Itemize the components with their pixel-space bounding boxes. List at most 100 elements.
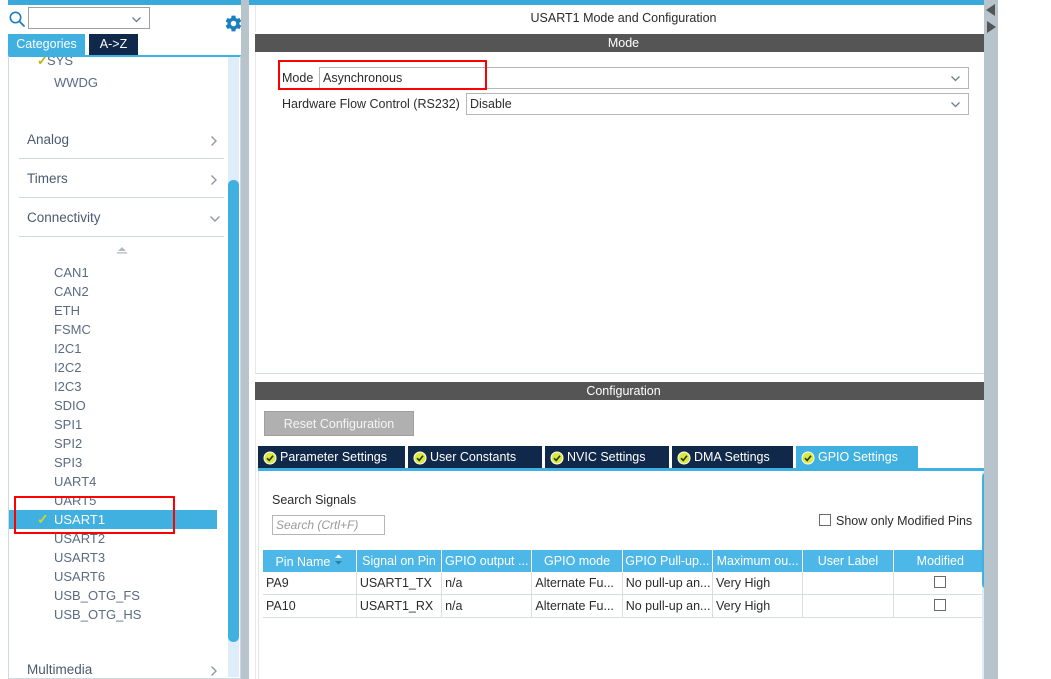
table-row[interactable]: PA10 USART1_RX n/a Alternate Fu... No pull-u…: [263, 594, 989, 618]
peripheral-item-i2c1[interactable]: I2C1: [9, 339, 231, 358]
sidebar-search-row: [0, 5, 249, 34]
panel-divider[interactable]: [241, 0, 249, 679]
category-group-analog[interactable]: Analog: [19, 128, 224, 159]
peripheral-item-i2c2[interactable]: I2C2: [9, 358, 231, 377]
peripheral-item-fsmc[interactable]: FSMC: [9, 320, 231, 339]
window-scrollbar-track[interactable]: [984, 0, 998, 679]
tab-label: User Constants: [430, 450, 517, 464]
peripheral-item-usart2[interactable]: USART2: [9, 529, 231, 548]
column-header-signal-on-pin[interactable]: Signal on Pin: [356, 550, 443, 572]
hardware-flow-control-select[interactable]: Disable: [466, 93, 969, 115]
checkbox-icon[interactable]: [933, 576, 946, 588]
column-header-label: User Label: [817, 554, 879, 568]
cell-modified[interactable]: [893, 594, 989, 618]
mode-configuration-panel: USART1 Mode and Configuration Mode Mode …: [249, 0, 1051, 679]
category-group-timers[interactable]: Timers: [19, 167, 224, 198]
peripheral-item-label: CAN1: [54, 265, 89, 280]
column-header-pin-name[interactable]: Pin Name: [263, 550, 357, 572]
chevron-down-icon[interactable]: [950, 73, 961, 84]
mode-section-body: Mode Asynchronous Hardware Flow Control …: [255, 52, 992, 374]
column-header-label: Maximum ou...: [716, 554, 799, 568]
tab-user-constants[interactable]: User Constants: [408, 446, 543, 468]
peripheral-search-input[interactable]: [28, 7, 150, 29]
cell-gpio-pullup[interactable]: No pull-up an...: [622, 572, 713, 595]
peripheral-item-can2[interactable]: CAN2: [9, 282, 231, 301]
checkbox-icon[interactable]: [819, 514, 831, 526]
cell-user-label[interactable]: [802, 572, 894, 595]
cell-pin-name[interactable]: PA10: [263, 594, 357, 618]
checkbox-icon[interactable]: [933, 599, 946, 611]
peripheral-item-label: USART2: [54, 531, 106, 546]
column-header-maximum-ou[interactable]: Maximum ou...: [712, 550, 804, 572]
peripheral-item-label: USB_OTG_FS: [54, 588, 140, 603]
mode-select[interactable]: Asynchronous: [319, 67, 969, 89]
cell-user-label[interactable]: [802, 594, 894, 618]
category-group-connectivity[interactable]: Connectivity: [19, 206, 224, 237]
cell-gpio-pullup[interactable]: No pull-up an...: [622, 594, 713, 618]
peripheral-item-uart5[interactable]: UART5: [9, 491, 231, 510]
chevron-down-icon[interactable]: [131, 14, 142, 25]
column-header-label: Modified: [916, 554, 964, 568]
tab-nvic-settings[interactable]: NVIC Settings: [545, 446, 670, 468]
peripheral-item-spi2[interactable]: SPI2: [9, 434, 231, 453]
search-signals-label: Search Signals: [272, 493, 357, 507]
cell-pin-name[interactable]: PA9: [263, 572, 357, 595]
cell-gpio-mode[interactable]: Alternate Fu...: [531, 572, 623, 595]
cell-modified[interactable]: [893, 572, 989, 595]
signal-search-input[interactable]: Search (Crtl+F): [272, 515, 385, 535]
peripheral-item-eth[interactable]: ETH: [9, 301, 231, 320]
peripheral-item-spi3[interactable]: SPI3: [9, 453, 231, 472]
peripheral-item-label: USART1: [54, 512, 106, 527]
table-row[interactable]: PA9 USART1_TX n/a Alternate Fu... No pull-up…: [263, 572, 989, 595]
peripheral-item-label: UART4: [54, 474, 97, 489]
peripheral-item-usart6[interactable]: USART6: [9, 567, 231, 586]
category-group-multimedia[interactable]: Multimedia: [19, 658, 224, 678]
reset-configuration-button[interactable]: Reset Configuration: [264, 411, 414, 436]
peripheral-item-sdio[interactable]: SDIO: [9, 396, 231, 415]
peripheral-item-i2c3[interactable]: I2C3: [9, 377, 231, 396]
tab-dma-settings[interactable]: DMA Settings: [672, 446, 794, 468]
column-header-modified[interactable]: Modified: [893, 550, 989, 572]
tab-parameter-settings[interactable]: Parameter Settings: [258, 446, 406, 468]
peripheral-item-wwdg[interactable]: WWDG: [9, 73, 231, 92]
cell-maximum-output[interactable]: Very High: [712, 572, 804, 595]
peripheral-item-label: FSMC: [54, 322, 91, 337]
peripheral-item-label: SPI1: [54, 417, 83, 432]
cell-gpio-mode[interactable]: Alternate Fu...: [531, 594, 623, 618]
chevron-down-icon[interactable]: [950, 99, 961, 110]
category-label: Analog: [27, 132, 70, 147]
cell-maximum-output[interactable]: Very High: [712, 594, 804, 618]
show-only-modified-pins-checkbox[interactable]: Show only Modified Pins: [819, 514, 972, 532]
collapse-left-arrow-icon[interactable]: [985, 3, 997, 17]
tab-a-to-z[interactable]: A->Z: [89, 34, 138, 55]
peripheral-item-label: USART3: [54, 550, 106, 565]
cell-signal-on-pin[interactable]: USART1_TX: [356, 572, 443, 595]
peripheral-item-usb_otg_hs[interactable]: USB_OTG_HS: [9, 605, 231, 624]
sidebar-scrollbar-thumb[interactable]: [228, 180, 239, 642]
peripheral-item-can1[interactable]: CAN1: [9, 263, 231, 282]
peripheral-item-label: USB_OTG_HS: [54, 607, 142, 622]
column-header-gpio-mode[interactable]: GPIO mode: [531, 550, 623, 572]
sort-arrow-icon: [334, 554, 343, 568]
expand-right-arrow-icon[interactable]: [985, 20, 997, 34]
peripheral-item-label: ETH: [54, 303, 80, 318]
peripheral-item-usart3[interactable]: USART3: [9, 548, 231, 567]
peripheral-item-usb_otg_fs[interactable]: USB_OTG_FS: [9, 586, 231, 605]
chevron-right-icon: [208, 664, 220, 678]
table-body: PA9 USART1_TX n/a Alternate Fu... No pull-up…: [263, 572, 989, 618]
cell-gpio-output[interactable]: n/a: [441, 572, 533, 595]
peripheral-item-usart1[interactable]: ✓ USART1: [9, 510, 217, 529]
cell-signal-on-pin[interactable]: USART1_RX: [356, 594, 443, 618]
peripheral-item-label: USART6: [54, 569, 106, 584]
column-header-gpio-output[interactable]: GPIO output ...: [441, 550, 533, 572]
column-header-user-label[interactable]: User Label: [802, 550, 894, 572]
tab-gpio-settings[interactable]: GPIO Settings: [796, 446, 918, 468]
collapse-handle-icon[interactable]: [113, 245, 131, 255]
column-header-gpio-pull-up[interactable]: GPIO Pull-up...: [622, 550, 713, 572]
tab-categories[interactable]: Categories: [8, 34, 85, 55]
cell-gpio-output[interactable]: n/a: [441, 594, 533, 618]
peripheral-item-spi1[interactable]: SPI1: [9, 415, 231, 434]
peripheral-tree-inner: ✓ SYS WWDG Analog Timers Connectivity CA…: [9, 57, 231, 678]
section-header-mode: Mode: [255, 34, 992, 52]
peripheral-item-uart4[interactable]: UART4: [9, 472, 231, 491]
